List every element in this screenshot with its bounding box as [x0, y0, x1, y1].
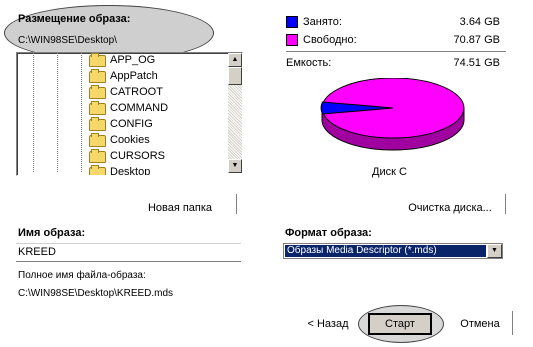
- capacity-label: Емкость:: [286, 57, 332, 69]
- disk-label: Диск C: [372, 166, 407, 178]
- cancel-separator: [512, 311, 514, 335]
- tree-line: [33, 53, 34, 173]
- folder-icon: [89, 117, 106, 131]
- tree-line: [57, 53, 58, 173]
- format-label: Формат образа:: [285, 227, 372, 239]
- format-selected-value: Образы Media Descriptor (*.mds): [285, 245, 486, 257]
- image-name-input[interactable]: KREED: [16, 243, 241, 262]
- folder-icon: [89, 133, 106, 147]
- disk-cleanup-button[interactable]: Очистка диска...: [400, 197, 500, 219]
- new-folder-separator: [236, 194, 238, 214]
- used-value: 3.64 GB: [459, 16, 500, 28]
- scroll-thumb[interactable]: [228, 67, 242, 85]
- image-name-value: KREED: [18, 246, 56, 258]
- legend-divider: [286, 51, 506, 52]
- full-name-label: Полное имя файла-образа:: [18, 270, 146, 281]
- full-name-value: C:\WIN98SE\Desktop\KREED.mds: [18, 288, 174, 299]
- start-button[interactable]: Старт: [368, 313, 432, 335]
- tree-line: [81, 53, 82, 173]
- folder-icon: [89, 165, 106, 175]
- back-button[interactable]: < Назад: [296, 313, 360, 335]
- scroll-up-arrow-icon[interactable]: ▲: [228, 53, 242, 67]
- tree-vertical-scrollbar[interactable]: ▲ ▼: [228, 53, 242, 173]
- free-value: 70.87 GB: [453, 34, 500, 46]
- folder-icon: [89, 69, 106, 83]
- used-label: Занято:: [303, 16, 342, 28]
- image-name-label: Имя образа:: [18, 227, 86, 239]
- dropdown-arrow-icon[interactable]: ▼: [487, 244, 502, 258]
- location-label: Размещение образа:: [18, 13, 131, 25]
- new-folder-button[interactable]: Новая папка: [130, 197, 230, 219]
- folder-icon: [89, 149, 106, 163]
- folder-tree[interactable]: APP_OG AppPatch CATROOT COMMAND CONFIG C…: [16, 52, 243, 176]
- folder-icon: [89, 101, 106, 115]
- folder-tree-items: APP_OG AppPatch CATROOT COMMAND CONFIG C…: [17, 53, 227, 175]
- scroll-down-arrow-icon[interactable]: ▼: [228, 159, 242, 173]
- disk-cleanup-separator: [505, 194, 507, 214]
- location-path: C:\WIN98SE\Desktop\: [18, 35, 117, 46]
- folder-icon: [89, 53, 106, 67]
- folder-icon: [89, 85, 106, 99]
- disk-usage-pie: [320, 78, 465, 151]
- free-swatch: [286, 34, 298, 46]
- free-label: Свободно:: [303, 34, 357, 46]
- capacity-value: 74.51 GB: [453, 57, 500, 69]
- cancel-button[interactable]: Отмена: [448, 313, 512, 335]
- format-select[interactable]: Образы Media Descriptor (*.mds) ▼: [283, 243, 503, 259]
- used-swatch: [286, 16, 298, 28]
